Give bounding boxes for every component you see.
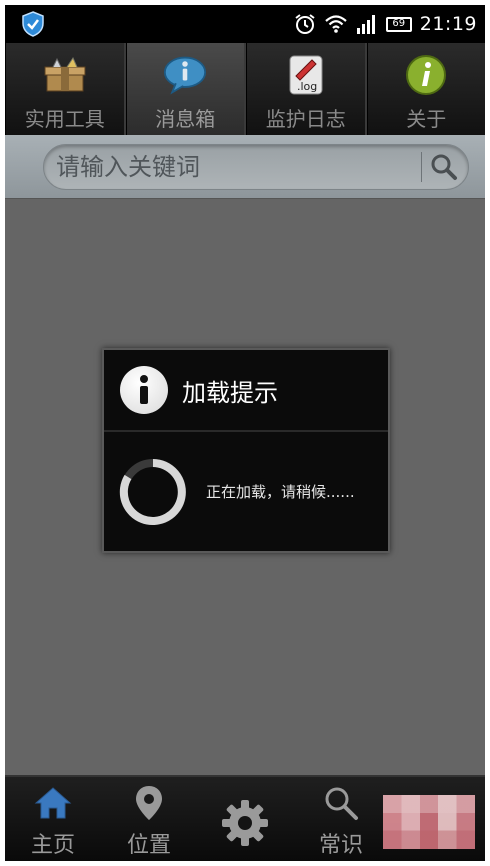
dialog-body: 正在加载，请稍候......	[104, 432, 388, 551]
nav-knowledge[interactable]: 常识	[293, 777, 389, 861]
search-icon	[321, 783, 361, 823]
search-button[interactable]	[428, 151, 460, 183]
loading-spinner-icon	[119, 458, 186, 525]
nav-label: 常识	[318, 833, 363, 858]
dialog-header: 加载提示	[104, 350, 388, 432]
search-field	[43, 144, 469, 190]
nav-location[interactable]: 位置	[101, 777, 197, 861]
status-bar: 69 21:19	[5, 5, 485, 43]
bottom-nav: 主页 位置 常识	[5, 775, 485, 861]
tab-label: 消息箱	[155, 107, 216, 131]
wifi-icon	[324, 15, 347, 33]
nav-label: 主页	[30, 833, 75, 858]
battery-level: 69	[392, 18, 406, 29]
nav-home[interactable]: 主页	[5, 777, 101, 861]
battery-icon: 69	[385, 16, 412, 32]
tab-label: 实用工具	[24, 107, 105, 131]
nav-label: 位置	[126, 833, 171, 858]
tab-messages[interactable]: 消息箱	[125, 43, 246, 135]
about-info-icon	[404, 55, 448, 95]
search-divider	[421, 152, 422, 182]
log-file-icon: .log	[284, 55, 328, 95]
home-icon	[33, 783, 73, 823]
dialog-title: 加载提示	[182, 378, 278, 407]
info-icon	[120, 366, 168, 414]
shield-icon	[22, 11, 44, 37]
svg-text:.log: .log	[297, 80, 317, 93]
alarm-clock-icon	[295, 14, 315, 34]
tab-log[interactable]: .log 监护日志	[246, 43, 367, 135]
message-info-icon	[163, 55, 207, 95]
top-tab-bar: 实用工具 消息箱 .log 监护日志 关于	[5, 43, 485, 135]
tab-label: 监护日志	[265, 107, 346, 131]
search-input[interactable]	[44, 145, 421, 189]
gear-icon	[219, 797, 271, 849]
tab-tools[interactable]: 实用工具	[5, 43, 126, 135]
pixelated-watermark	[383, 795, 475, 849]
signal-icon	[356, 15, 375, 34]
status-time: 21:19	[419, 13, 477, 35]
search-bar	[5, 135, 485, 199]
nav-settings[interactable]	[197, 777, 293, 861]
loading-dialog: 加载提示 正在加载，请稍候......	[102, 348, 390, 553]
tab-label: 关于	[406, 107, 447, 131]
tab-about[interactable]: 关于	[366, 43, 486, 135]
dialog-message: 正在加载，请稍候......	[206, 483, 355, 501]
toolbox-icon	[43, 55, 87, 95]
location-pin-icon	[129, 783, 169, 823]
phone-screen: 69 21:19 实用工具 消息箱 .log 监护日志 关于 请输入关键词 加载…	[5, 5, 485, 861]
search-icon	[431, 154, 457, 180]
